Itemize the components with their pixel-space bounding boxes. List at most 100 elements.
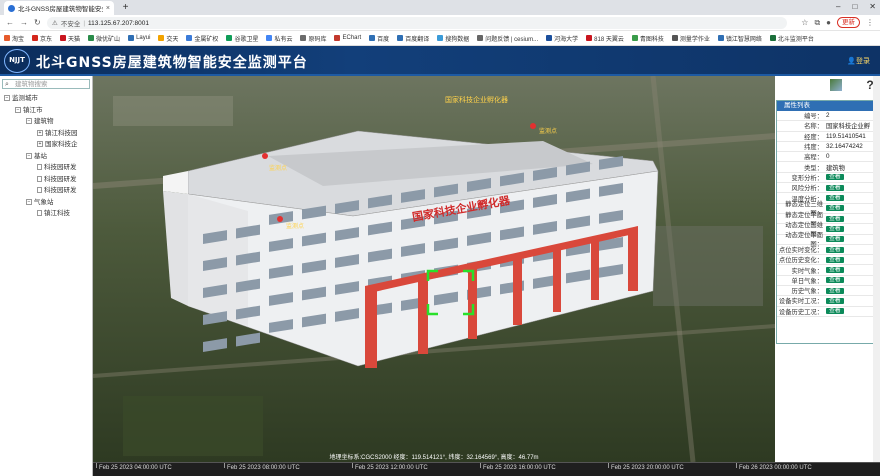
bookmark-item[interactable]: 测量学作业 <box>671 34 710 43</box>
bookmark-item[interactable]: 818 天翼云 <box>586 34 624 43</box>
tree-node[interactable]: − 气象站 <box>0 197 92 209</box>
bookmark-item[interactable]: EChart <box>334 35 361 41</box>
bookmark-item[interactable]: 百度翻译 <box>397 34 429 43</box>
bookmark-item[interactable]: 原码库 <box>300 34 326 43</box>
bookmark-item[interactable]: 京东 <box>32 34 52 43</box>
bookmark-item[interactable]: 镇江智慧网络 <box>717 34 762 43</box>
profile-icon[interactable]: ● <box>826 18 831 27</box>
bookmark-item[interactable]: 金属矿权 <box>186 34 218 43</box>
view-button[interactable]: 查看 <box>826 287 844 294</box>
browser-tab[interactable]: 北斗GNSS房屋建筑物智能安全监... × <box>4 1 114 15</box>
tree-node[interactable]: − 监测城市 <box>0 93 92 105</box>
tree-node[interactable]: − 镇江市 <box>0 105 92 117</box>
expand-toggle-icon[interactable]: − <box>26 198 32 205</box>
3d-map-view[interactable]: 国家科技企业孵化器 监测点 监测点 监测点 国家科技企业孵化器 <box>93 76 775 462</box>
expand-toggle-icon[interactable]: − <box>26 152 32 159</box>
view-button[interactable]: 查看 <box>826 297 844 304</box>
timeline[interactable]: Feb 25 2023 04:00:00 UTC Feb 25 2023 08:0… <box>93 462 880 476</box>
bookmark-item[interactable]: 交天 <box>158 34 178 43</box>
property-row: 编号： 2 <box>777 111 879 122</box>
bookmark-item[interactable]: 私有云 <box>266 34 292 43</box>
tree-node[interactable]: 科技园研发 <box>0 162 92 174</box>
tree-node[interactable]: 科技园研发 <box>0 174 92 186</box>
property-value: 查看 <box>825 256 879 264</box>
reload-icon[interactable]: ↻ <box>34 18 41 27</box>
tree-node[interactable]: − 建筑物 <box>0 116 92 128</box>
property-value: 2 <box>826 112 830 120</box>
view-button[interactable]: 查看 <box>826 277 844 284</box>
bookmark-item[interactable]: 问题反馈 | cesium... <box>477 34 538 43</box>
tree-node[interactable]: 镇江科技 <box>0 208 92 220</box>
property-value: 查看 <box>825 215 879 223</box>
forward-icon[interactable]: → <box>20 18 28 27</box>
bookmark-item[interactable]: 微优矿山 <box>88 34 120 43</box>
extensions-icon[interactable]: ⧉ <box>814 18 820 28</box>
bookmark-label: EChart <box>342 35 362 41</box>
bookmark-item[interactable]: 谷歌卫星 <box>226 34 258 43</box>
bookmark-item[interactable]: 河海大学 <box>546 34 578 43</box>
menu-icon[interactable]: ⋮ <box>866 18 874 27</box>
search-icon[interactable]: ⌕ <box>778 78 792 92</box>
bookmark-item[interactable]: 搜狗数据 <box>437 34 469 43</box>
tab-close-icon[interactable]: × <box>106 5 110 12</box>
bookmark-label: 青图科技 <box>639 36 664 43</box>
view-button[interactable]: 查看 <box>826 308 844 315</box>
property-value: 查看 <box>825 235 879 243</box>
view-button[interactable]: 查看 <box>826 236 844 243</box>
login-link[interactable]: 👤登录 <box>847 56 870 66</box>
view-button[interactable]: 查看 <box>826 184 844 191</box>
bookmark-item[interactable]: 淘宝 <box>4 34 24 43</box>
property-row: 纬度： 32.16474242 <box>777 142 879 153</box>
tree-node-label: 镇江市 <box>23 106 43 114</box>
info-icon[interactable]: i <box>846 78 860 92</box>
url-field[interactable]: ⚠ 不安全 | 113.125.67.207:8001 <box>47 17 787 29</box>
property-value: 0 <box>826 153 830 161</box>
building-search-input[interactable]: ⌕ 建筑物搜索 <box>2 79 90 89</box>
bookmark-icon <box>128 35 135 41</box>
tree-node[interactable]: − 基站 <box>0 151 92 163</box>
tree-node[interactable]: + 镇江科技园 <box>0 128 92 140</box>
property-row: 单日气象： 查看 <box>777 276 879 287</box>
home-icon[interactable]: ⌂ <box>795 78 809 92</box>
property-key: 单日气象： <box>791 277 823 285</box>
globe-icon[interactable]: ◍ <box>812 78 826 92</box>
back-icon[interactable]: ← <box>6 18 14 27</box>
bookmark-item[interactable]: 天猫 <box>60 34 80 43</box>
expand-toggle-icon[interactable]: − <box>26 118 32 125</box>
view-button[interactable]: 查看 <box>826 205 844 212</box>
expand-toggle-icon[interactable]: − <box>15 106 21 113</box>
bookmark-item[interactable]: 百度 <box>369 34 389 43</box>
view-button[interactable]: 查看 <box>826 256 844 263</box>
page-scrollbar[interactable] <box>873 76 880 462</box>
new-tab-button[interactable]: + <box>120 2 131 13</box>
bookmark-icon <box>60 35 67 41</box>
bookmark-item[interactable]: 北斗监测平台 <box>769 34 814 43</box>
minimize-icon[interactable]: – <box>836 2 840 11</box>
tree-node[interactable]: + 国家科技企 <box>0 139 92 151</box>
expand-toggle-icon[interactable]: − <box>4 95 10 102</box>
bookmark-star-icon[interactable]: ☆ <box>801 18 808 27</box>
property-value: 查看 <box>825 276 879 284</box>
expand-toggle-icon[interactable]: + <box>37 129 43 136</box>
view-button[interactable]: 查看 <box>826 225 844 232</box>
basemap-icon[interactable] <box>829 78 843 92</box>
bookmark-item[interactable]: 青图科技 <box>631 34 664 43</box>
tab-title: 北斗GNSS房屋建筑物智能安全监... <box>18 6 103 13</box>
view-button[interactable]: 查看 <box>826 246 844 253</box>
expand-toggle-icon[interactable]: + <box>37 141 43 148</box>
close-window-icon[interactable]: ✕ <box>869 2 876 11</box>
timeline-tick: Feb 25 2023 08:00:00 UTC <box>224 463 300 471</box>
bookmark-icon <box>477 35 484 41</box>
browser-tabbar: 北斗GNSS房屋建筑物智能安全监... × + – □ ✕ <box>0 0 880 15</box>
view-button[interactable]: 查看 <box>826 174 844 181</box>
view-button[interactable]: 查看 <box>826 195 844 202</box>
view-button[interactable]: 查看 <box>826 215 844 222</box>
update-button[interactable]: 更新 <box>837 17 860 28</box>
bookmark-label: 私有云 <box>274 36 293 43</box>
tree-node[interactable]: 科技园研发 <box>0 185 92 197</box>
maximize-icon[interactable]: □ <box>852 2 857 11</box>
building-name-label: 国家科技企业孵化器 <box>445 95 508 104</box>
view-button[interactable]: 查看 <box>826 267 844 274</box>
bookmark-icon <box>88 35 95 41</box>
bookmark-item[interactable]: Layui <box>128 35 150 41</box>
